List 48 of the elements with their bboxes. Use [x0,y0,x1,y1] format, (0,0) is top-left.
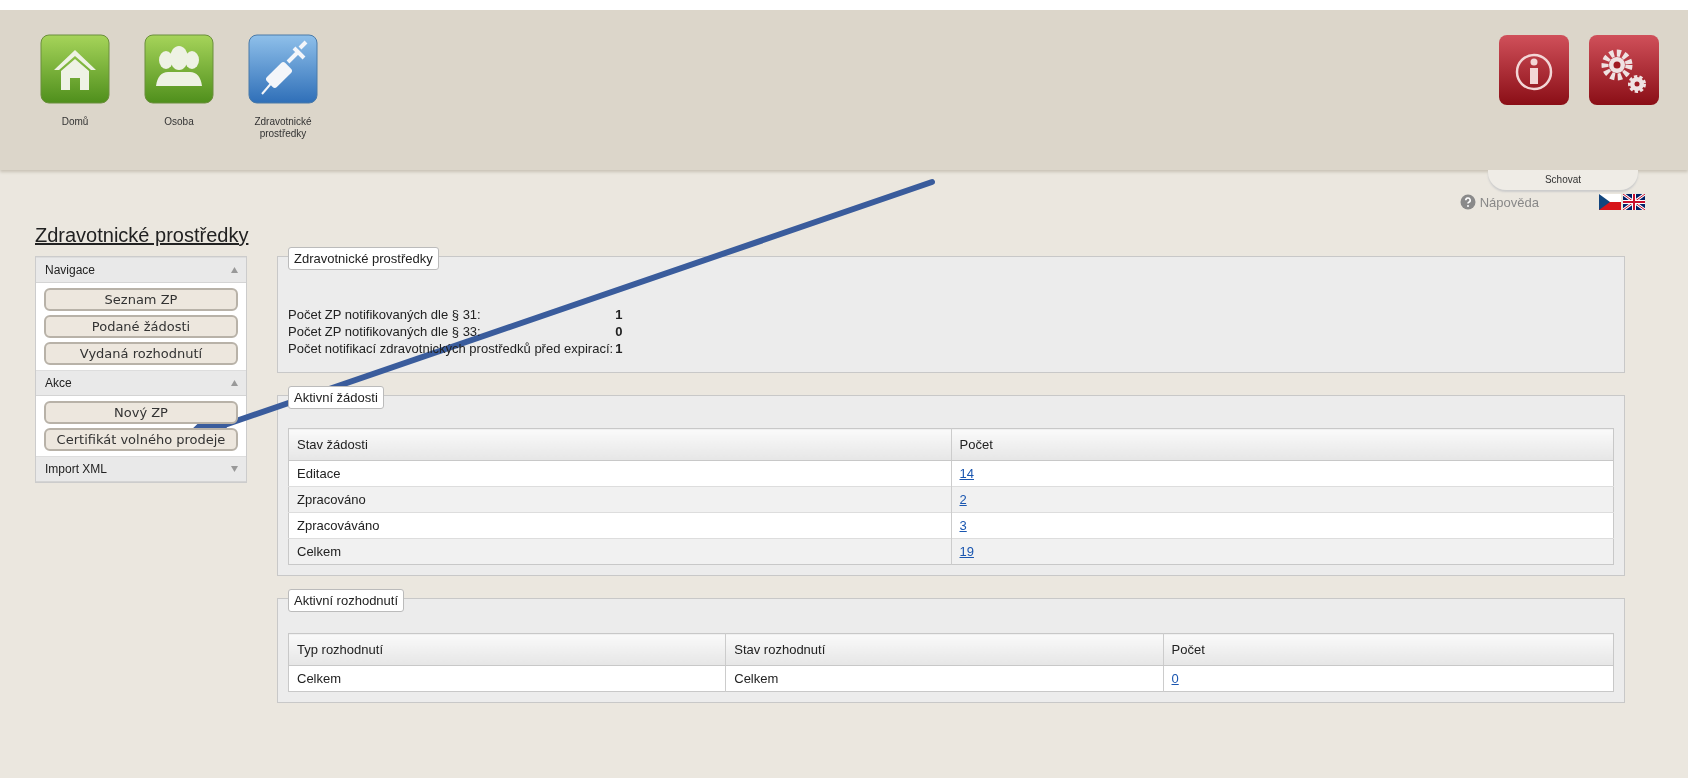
panel-legend: Aktivní rozhodnutí [288,589,405,612]
count-link[interactable]: 14 [959,466,974,481]
nav-tile-label[interactable]: Osoba [164,116,194,128]
sidebar-button[interactable]: Seznam ZP [44,288,238,311]
section-title: Navigace [45,263,96,277]
section-header[interactable]: Import XML [36,456,246,482]
summary-label: Počet ZP notifikovaných dle § 33: [288,324,482,339]
column-header: Stav rozhodnutí [725,633,1163,666]
info-icon[interactable] [1498,34,1570,106]
table-cell: Zpracováváno [297,518,380,533]
syringe-icon[interactable] [248,34,318,104]
section-header[interactable]: Akce [36,370,246,396]
section-title: Akce [45,376,72,390]
british-flag-icon[interactable] [1623,194,1645,210]
sidebar-button[interactable]: Podané žádosti [44,315,238,338]
nav-tile-label[interactable]: Domů [61,116,89,128]
page-title: Zdravotnické prostředky [35,224,249,247]
column-header: Typ rozhodnutí [288,633,726,666]
summary-value: 0 [615,324,623,339]
help-icon [1459,194,1476,210]
table-cell: Celkem [297,544,342,559]
table-cell: Zpracováno [297,492,366,507]
home-icon[interactable] [40,34,110,104]
count-link[interactable]: 2 [959,492,967,507]
panel-legend: Zdravotnické prostředky [288,247,439,270]
nav-tile-label[interactable]: Zdravotnické prostředky [248,116,318,140]
count-link[interactable]: 19 [959,544,974,559]
summary-label: Počet ZP notifikovaných dle § 31: [288,307,482,322]
section-header[interactable]: Navigace [36,257,246,283]
hide-tab[interactable]: Schovat [1488,170,1638,190]
people-icon[interactable] [144,34,214,104]
czech-flag-icon[interactable] [1599,194,1621,210]
count-link[interactable]: 3 [959,518,967,533]
column-header: Počet [951,428,1614,461]
sidebar-button[interactable]: Vydaná rozhodnutí [44,342,238,365]
column-header: Počet [1163,633,1614,666]
column-header: Stav žádosti [288,428,951,461]
section-title: Import XML [45,462,107,476]
summary-value: 1 [615,341,623,356]
sidebar-button[interactable]: Certifikát volného prodeje [44,428,238,451]
panel-legend: Aktivní žádosti [288,386,384,409]
summary-value: 1 [615,307,623,322]
table-cell: Editace [297,466,341,481]
table-cell: Celkem [734,671,779,686]
gears-icon[interactable] [1588,34,1660,106]
sidebar-button[interactable]: Nový ZP [44,401,238,424]
table-cell: Celkem [297,671,342,686]
count-link[interactable]: 0 [1171,671,1179,686]
